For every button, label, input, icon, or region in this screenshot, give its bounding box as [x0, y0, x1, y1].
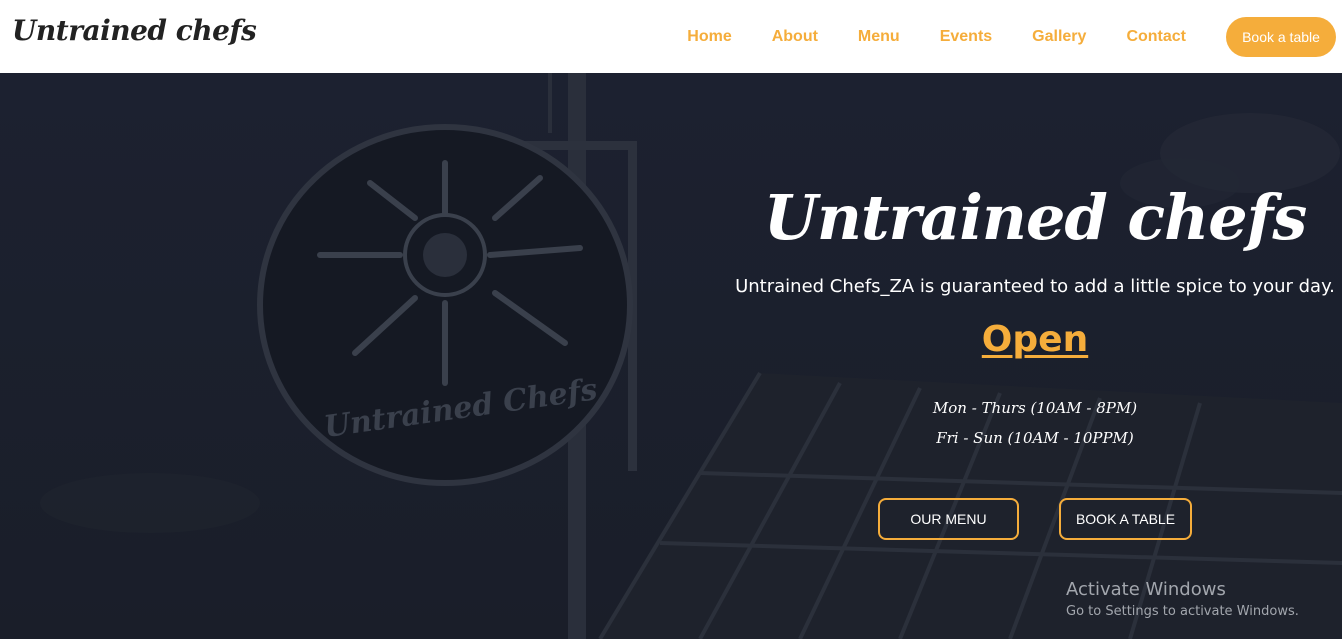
nav-about[interactable]: About	[772, 28, 818, 46]
nav-home[interactable]: Home	[687, 28, 731, 46]
activate-windows-title: Activate Windows	[1066, 579, 1226, 600]
hero-section: Untrained Chefs Untrained chefs Untraine…	[0, 73, 1342, 639]
hero-background-image: Untrained Chefs	[0, 73, 1342, 639]
main-nav: Home About Menu Events Gallery Contact B…	[687, 0, 1342, 73]
hours-weekdays: Mon - Thurs (10AM - 8PM)	[932, 399, 1138, 417]
hero-book-table-button[interactable]: BOOK A TABLE	[1059, 498, 1192, 540]
hero-subtitle: Untrained Chefs_ZA is guaranteed to add …	[735, 276, 1335, 297]
book-a-table-button[interactable]: Book a table	[1226, 16, 1336, 57]
our-menu-button[interactable]: OUR MENU	[878, 498, 1019, 540]
nav-menu[interactable]: Menu	[858, 28, 900, 46]
nav-events[interactable]: Events	[940, 28, 992, 46]
activate-windows-subtitle: Go to Settings to activate Windows.	[1066, 604, 1299, 619]
nav-gallery[interactable]: Gallery	[1032, 28, 1086, 46]
hours-weekend: Fri - Sun (10AM - 10PPM)	[936, 429, 1134, 447]
site-header: Untrained chefs Home About Menu Events G…	[0, 0, 1342, 73]
hero-title: Untrained chefs	[763, 181, 1308, 254]
site-logo[interactable]: Untrained chefs	[12, 14, 257, 47]
open-status: Open	[981, 319, 1089, 360]
activate-windows-watermark: Activate Windows Go to Settings to activ…	[1066, 579, 1299, 619]
nav-contact[interactable]: Contact	[1126, 28, 1186, 46]
